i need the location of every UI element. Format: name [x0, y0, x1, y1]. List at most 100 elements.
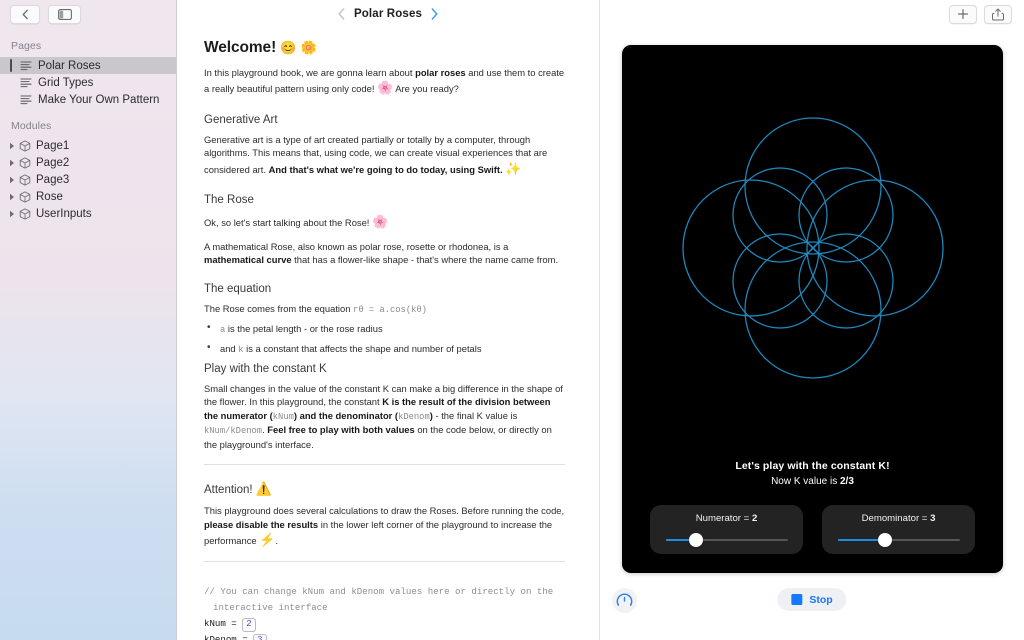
denominator-slider-card[interactable]: Demominator = 3 — [822, 505, 975, 554]
sidebar-module-page3[interactable]: Page3 — [0, 171, 176, 188]
knum-label: kNum = — [204, 618, 243, 630]
disclosure-triangle-icon[interactable] — [7, 176, 16, 184]
modules-section-header: Modules — [11, 120, 52, 132]
rose-bold: mathematical curve — [204, 254, 292, 266]
live-view-caption: Let's play with the constant K! Now K va… — [622, 460, 1003, 487]
gauge-icon — [616, 593, 633, 606]
flower-emoji-icon: 🌼 — [300, 40, 317, 55]
package-cube-icon — [19, 173, 31, 186]
code-editor[interactable]: // You can change kNum and kDenom values… — [204, 584, 565, 640]
slider-knob[interactable] — [877, 533, 892, 547]
sidebar-item-grid-types[interactable]: Grid Types — [0, 74, 176, 91]
disclosure-triangle-icon[interactable] — [7, 193, 16, 201]
sidebar-module-userinputs[interactable]: UserInputs — [0, 205, 176, 222]
slider-knob[interactable] — [688, 533, 703, 547]
playk-bold-2: ) and the denominator ( — [293, 409, 399, 421]
bullet-pre-2: and — [220, 343, 239, 355]
stop-square-icon — [791, 594, 803, 605]
sidebar-item-make-your-own-pattern[interactable]: Make Your Own Pattern — [0, 91, 176, 108]
caption-k-value: 2/3 — [840, 476, 854, 487]
numerator-label-text: Numerator = — [695, 513, 752, 524]
disclosure-triangle-icon[interactable] — [7, 210, 16, 218]
package-cube-icon — [19, 207, 31, 220]
welcome-heading: Welcome! 😊 🌼 — [204, 39, 565, 57]
denominator-slider-label: Demominator = 3 — [862, 513, 936, 524]
attention-heading: Attention! ⚠️ — [204, 481, 565, 497]
disclosure-triangle-icon[interactable] — [7, 142, 16, 150]
numerator-slider-label: Numerator = 2 — [696, 513, 758, 524]
sidebar-item-polar-roses[interactable]: Polar Roses — [0, 57, 176, 74]
sparkles-emoji-icon: ✨ — [505, 160, 522, 176]
sidebar-module-label: UserInputs — [36, 207, 92, 220]
rose-text-1: Ok, so let's start talking about the Ros… — [204, 217, 373, 229]
prev-page-chevron-icon[interactable] — [338, 7, 345, 20]
slider-group: Numerator = 2 Demominator = 3 — [650, 505, 975, 554]
document-body: Welcome! 😊 🌼 In this playground book, we… — [177, 27, 599, 640]
attention-bold: please disable the results — [204, 518, 319, 530]
sidebar-module-page2[interactable]: Page2 — [0, 154, 176, 171]
numerator-slider[interactable] — [665, 533, 788, 547]
denominator-slider[interactable] — [837, 533, 960, 547]
code-line-kdenom: kDenom = 3 — [204, 632, 565, 640]
sidebar-module-page1[interactable]: Page1 — [0, 137, 176, 154]
stop-button[interactable]: Stop — [777, 588, 847, 611]
page-title: Polar Roses — [353, 7, 423, 20]
play-with-k-heading: Play with the constant K — [204, 363, 327, 375]
sidebar-module-rose[interactable]: Rose — [0, 188, 176, 205]
sidebar-toggle-button[interactable] — [48, 4, 81, 24]
blossom-emoji-icon: 🌸 — [372, 214, 389, 230]
warning-emoji-icon: ⚠️ — [255, 481, 272, 497]
caption-line-2-pre: Now K value is — [771, 476, 840, 487]
the-rose-heading: The Rose — [204, 194, 254, 207]
caption-line-1: Let's play with the constant K! — [735, 460, 890, 472]
knum-value-field[interactable]: 2 — [242, 618, 256, 632]
document-header: Polar Roses — [177, 0, 599, 27]
page-lines-icon — [20, 95, 32, 105]
attention-text-1: This playground does several calculation… — [204, 505, 565, 517]
equation-code: rθ = a.cos(kθ) — [353, 304, 427, 315]
add-button[interactable] — [949, 4, 977, 24]
list-item: and k is a constant that affects the sha… — [204, 341, 565, 357]
generative-art-paragraph: Generative art is a type of art created … — [204, 133, 565, 178]
next-page-chevron-icon[interactable] — [431, 7, 438, 20]
divider — [204, 560, 565, 562]
caption-line-2: Now K value is 2/3 — [622, 476, 1003, 487]
equation-paragraph: The Rose comes from the equation rθ = a.… — [204, 302, 565, 317]
live-view-canvas[interactable]: Let's play with the constant K! Now K va… — [622, 45, 1003, 573]
sidebar-module-label: Page2 — [36, 156, 70, 169]
code-comment-line-1: // You can change kNum and kDenom values… — [204, 585, 554, 597]
page-lines-icon — [20, 78, 32, 88]
share-button[interactable] — [984, 4, 1012, 24]
kdenom-value-field[interactable]: 3 — [253, 634, 267, 640]
live-view-toolbar — [600, 0, 1024, 28]
package-cube-icon — [19, 156, 31, 169]
performance-gauge-button[interactable] — [612, 588, 637, 613]
list-item: a is the petal length - or the rose radi… — [204, 321, 565, 337]
sidebar: Pages Polar Roses Grid Types Make Your O… — [0, 0, 177, 640]
page-lines-icon — [20, 61, 32, 71]
play-with-k-paragraph: Small changes in the value of the consta… — [204, 382, 565, 451]
numerator-slider-card[interactable]: Numerator = 2 — [650, 505, 803, 554]
sidebar-item-label: Grid Types — [38, 76, 94, 89]
welcome-text: Welcome! — [204, 39, 277, 56]
playk-code-knum: kNum — [272, 411, 294, 422]
attention-paragraph: This playground does several calculation… — [204, 504, 565, 549]
the-equation-heading: The equation — [204, 282, 272, 295]
playground-window: Pages Polar Roses Grid Types Make Your O… — [0, 0, 1024, 640]
sidebar-module-label: Page1 — [36, 139, 70, 152]
sidebar-item-label: Make Your Own Pattern — [38, 93, 160, 106]
bullet-text-2: is a constant that affects the shape and… — [243, 343, 482, 355]
disclosure-triangle-icon[interactable] — [7, 159, 16, 167]
live-view-pane: Let's play with the constant K! Now K va… — [600, 0, 1024, 640]
rose-paragraph-2: A mathematical Rose, also known as polar… — [204, 240, 565, 267]
bullet-text-1: is the petal length - or the rose radius — [225, 322, 383, 334]
rose-text-3: that has a flower-like shape - that's wh… — [291, 254, 559, 266]
back-button[interactable] — [10, 4, 40, 24]
rose-curve-svg — [681, 117, 944, 379]
playk-text-2: - the final K value is — [432, 409, 518, 421]
playk-code-kdenom: kDenom — [398, 411, 430, 422]
denominator-value: 3 — [930, 513, 936, 524]
code-line-knum: kNum = 2 — [204, 616, 565, 632]
equation-text: The Rose comes from the equation — [204, 302, 354, 314]
rose-paragraph-1: Ok, so let's start talking about the Ros… — [204, 213, 565, 232]
